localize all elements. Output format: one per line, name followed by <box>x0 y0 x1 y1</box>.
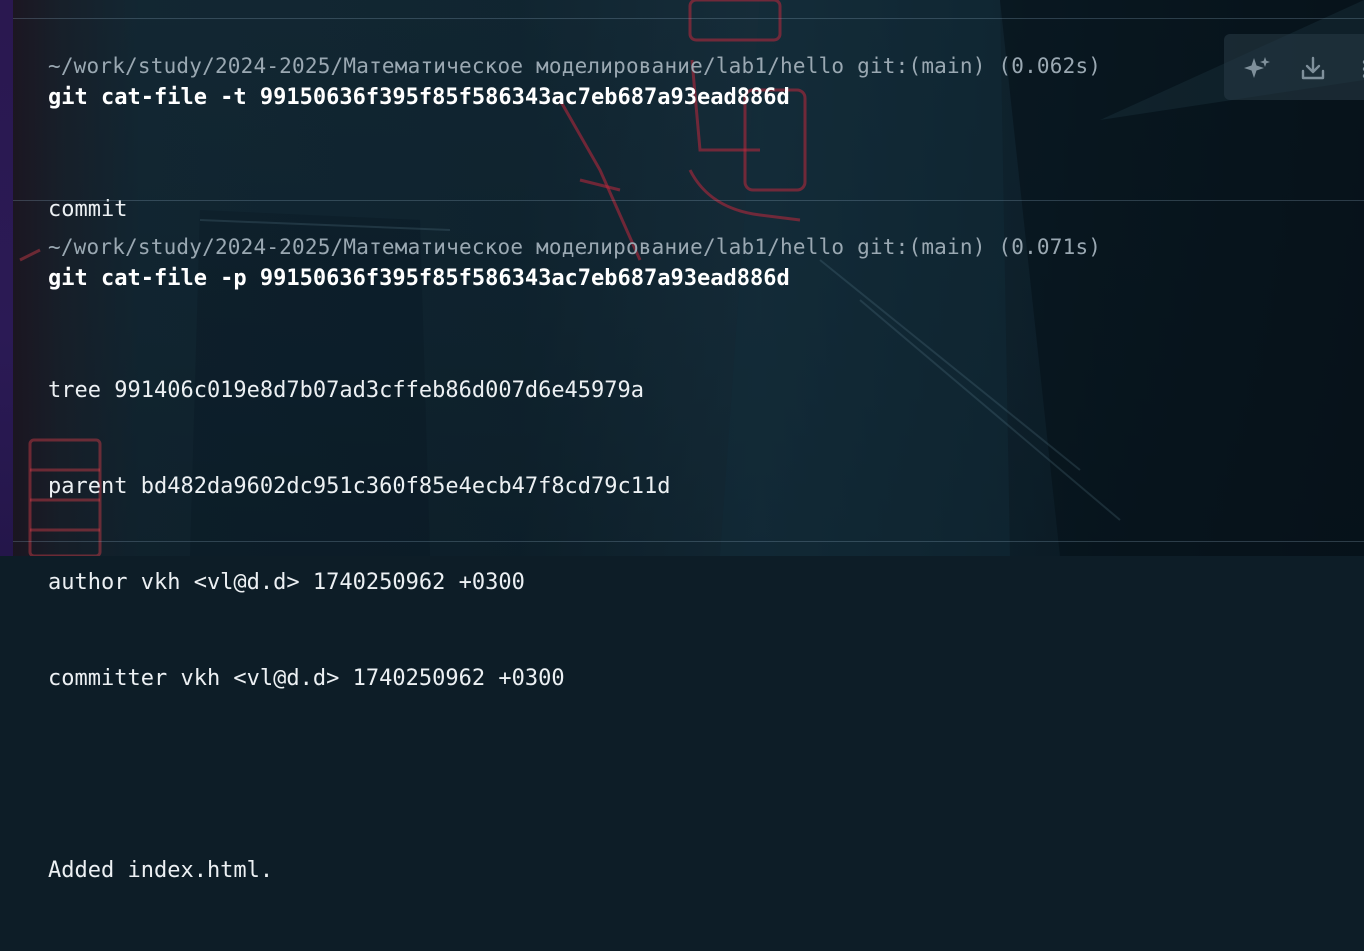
save-output-button[interactable] <box>1296 52 1330 86</box>
block-divider <box>13 541 1364 542</box>
output-line: Added index.html. <box>48 858 274 883</box>
window-left-edge <box>0 0 13 556</box>
block-divider <box>13 200 1364 201</box>
command-line: git cat-file -t 99150636f395f85f586343ac… <box>48 85 790 110</box>
prompt-line: ~/work/study/2024-2025/Математическое мо… <box>48 54 1102 78</box>
sparkle-icon <box>1244 57 1270 78</box>
output-line: parent bd482da9602dc951c360f85e4ecb47f8c… <box>48 474 671 499</box>
output-line: author vkh <vl@d.d> 1740250962 +0300 <box>48 570 525 595</box>
command-output: tree 991406c019e8d7b07ad3cffeb86d007d6e4… <box>48 311 1364 951</box>
output-line: commit <box>48 197 128 222</box>
prompt-line: ~/work/study/2024-2025/Математическое мо… <box>48 235 1102 259</box>
output-line: committer vkh <vl@d.d> 1740250962 +0300 <box>48 666 565 691</box>
block-divider <box>13 18 1364 19</box>
ai-assist-button[interactable] <box>1240 52 1274 86</box>
output-line: tree 991406c019e8d7b07ad3cffeb86d007d6e4… <box>48 378 645 403</box>
more-options-button[interactable] <box>1348 52 1364 86</box>
command-line: git cat-file -p 99150636f395f85f586343ac… <box>48 266 790 291</box>
download-icon <box>1301 56 1325 80</box>
more-icon <box>1362 60 1364 78</box>
terminal-block-2[interactable]: ~/work/study/2024-2025/Математическое мо… <box>48 231 1364 951</box>
block-toolbar <box>1224 34 1364 100</box>
